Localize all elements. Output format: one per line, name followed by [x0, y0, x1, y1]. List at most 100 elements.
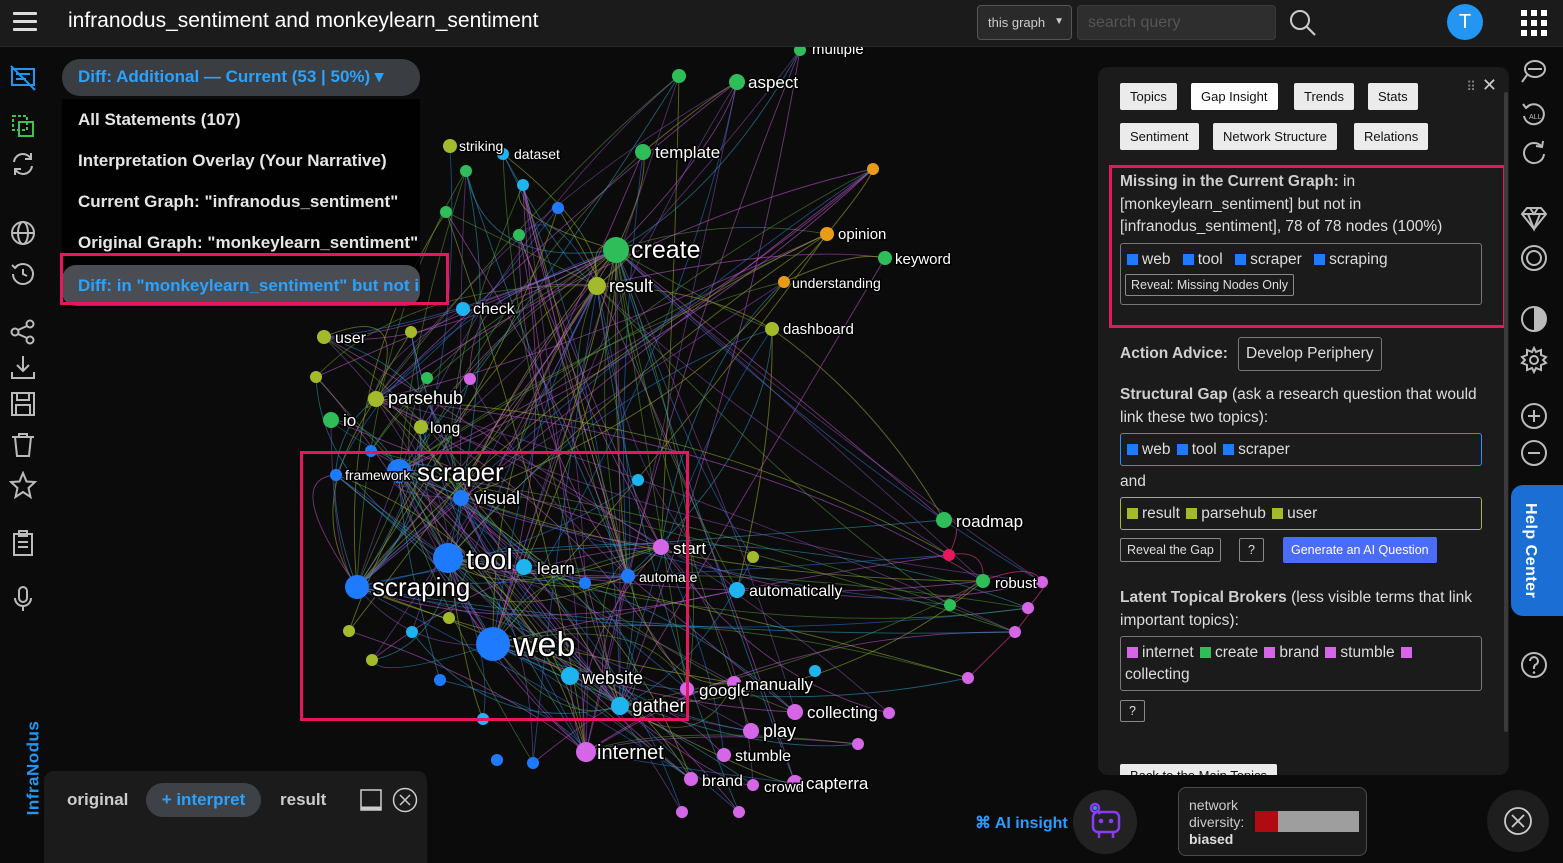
brokers-box[interactable]: internet create brand stumble collecting: [1120, 636, 1482, 691]
hide-text-icon[interactable]: [9, 64, 37, 92]
close-circle-icon[interactable]: [392, 787, 418, 813]
menu-item-interpretation-overlay[interactable]: Interpretation Overlay (Your Narrative): [62, 140, 420, 181]
menu-item-original-graph[interactable]: Original Graph: "monkeylearn_sentiment": [62, 222, 420, 263]
reveal-missing-button[interactable]: Reveal: Missing Nodes Only: [1125, 274, 1295, 296]
network-diversity-box[interactable]: network diversity: biased: [1178, 787, 1367, 856]
tab-stats[interactable]: Stats: [1368, 83, 1418, 110]
graph-node[interactable]: [443, 139, 457, 153]
globe-icon[interactable]: [9, 219, 37, 247]
graph-node[interactable]: [406, 626, 418, 638]
graph-node[interactable]: [527, 757, 539, 769]
graph-node[interactable]: [317, 330, 331, 344]
focus-lens-icon[interactable]: [1520, 58, 1548, 86]
graph-node[interactable]: [561, 667, 579, 685]
close-icon[interactable]: ✕: [1482, 75, 1497, 95]
graph-node[interactable]: [1036, 576, 1048, 588]
graph-node[interactable]: [405, 326, 417, 338]
select-area-icon[interactable]: [9, 112, 37, 140]
diff-dropdown[interactable]: Diff: Additional — Current (53 | 50%) ▾: [62, 59, 420, 96]
tab-result[interactable]: result: [280, 790, 326, 810]
ai-insight-button[interactable]: ⌘ AI insight: [975, 813, 1068, 833]
graph-node[interactable]: [516, 559, 532, 575]
graph-node[interactable]: [330, 469, 342, 481]
graph-node[interactable]: [552, 202, 564, 214]
graph-node[interactable]: [883, 707, 895, 719]
graph-node[interactable]: [743, 723, 759, 739]
missing-term[interactable]: scraping: [1329, 251, 1388, 268]
graph-node[interactable]: [453, 490, 469, 506]
graph-node[interactable]: [611, 697, 629, 715]
graph-node[interactable]: [621, 569, 635, 583]
gap-topic-2[interactable]: result parsehub user: [1120, 497, 1482, 530]
graph-node[interactable]: [632, 474, 644, 486]
graph-node[interactable]: [365, 445, 377, 457]
graph-node[interactable]: [603, 237, 629, 263]
reset-all-icon[interactable]: ALL: [1520, 100, 1548, 128]
help-center-tab[interactable]: Help Center: [1511, 485, 1563, 616]
graph-node[interactable]: [434, 674, 446, 686]
graph-node[interactable]: [943, 549, 955, 561]
missing-term[interactable]: tool: [1198, 251, 1223, 268]
avatar[interactable]: T: [1447, 4, 1483, 40]
graph-node[interactable]: [729, 582, 745, 598]
graph-node[interactable]: [343, 625, 355, 637]
target-circle-icon[interactable]: [1520, 244, 1548, 272]
graph-node[interactable]: [345, 575, 369, 599]
trash-icon[interactable]: [9, 431, 37, 459]
graph-node[interactable]: [852, 738, 864, 750]
graph-node[interactable]: [878, 251, 892, 265]
brand-logo[interactable]: InfraNodus: [23, 721, 43, 816]
help-question-icon[interactable]: [1520, 651, 1548, 679]
generate-ai-question-button[interactable]: Generate an AI Question: [1283, 537, 1437, 563]
tab-gap-insight[interactable]: Gap Insight: [1191, 83, 1278, 110]
diamond-icon[interactable]: [1520, 204, 1548, 232]
tab-original[interactable]: original: [67, 790, 128, 810]
gap-topic-1[interactable]: web tool scraper: [1120, 433, 1482, 466]
graph-node[interactable]: [765, 322, 779, 336]
tab-relations[interactable]: Relations: [1354, 123, 1429, 150]
graph-node[interactable]: [936, 512, 952, 528]
graph-node[interactable]: [1009, 626, 1021, 638]
graph-node[interactable]: [684, 772, 698, 786]
graph-node[interactable]: [579, 577, 591, 589]
ai-bot-icon[interactable]: [1073, 790, 1137, 854]
microphone-icon[interactable]: [9, 585, 37, 613]
graph-node[interactable]: [460, 165, 472, 177]
graph-node[interactable]: [491, 754, 503, 766]
graph-node[interactable]: [778, 276, 790, 288]
search-icon[interactable]: [1288, 8, 1318, 38]
close-overlay-button[interactable]: [1487, 790, 1549, 852]
graph-node[interactable]: [747, 779, 759, 791]
download-icon[interactable]: [9, 353, 37, 381]
menu-icon[interactable]: [13, 12, 37, 34]
graph-node[interactable]: [729, 74, 745, 90]
menu-item-current-graph[interactable]: Current Graph: "infranodus_sentiment": [62, 181, 420, 222]
apps-grid-icon[interactable]: [1521, 10, 1547, 36]
save-icon[interactable]: [9, 390, 37, 418]
graph-node[interactable]: [962, 672, 974, 684]
tab-sentiment[interactable]: Sentiment: [1120, 123, 1199, 150]
tab-interpret[interactable]: + interpret: [146, 783, 261, 817]
graph-node[interactable]: [464, 373, 476, 385]
tab-topics[interactable]: Topics: [1120, 83, 1177, 110]
graph-node[interactable]: [820, 227, 834, 241]
graph-node[interactable]: [513, 229, 525, 241]
graph-node[interactable]: [1022, 602, 1034, 614]
graph-node[interactable]: [421, 372, 433, 384]
reveal-gap-button[interactable]: Reveal the Gap: [1120, 538, 1221, 562]
graph-node[interactable]: [323, 412, 339, 428]
graph-node[interactable]: [477, 713, 489, 725]
graph-node[interactable]: [672, 69, 686, 83]
gap-help-button[interactable]: ?: [1239, 538, 1264, 562]
rotate-icon[interactable]: [1520, 138, 1548, 166]
graph-node[interactable]: [476, 627, 510, 661]
back-to-main-topics-button[interactable]: Back to the Main Topics: [1120, 764, 1278, 775]
graph-node[interactable]: [433, 543, 463, 573]
graph-node[interactable]: [456, 302, 470, 316]
graph-node[interactable]: [653, 539, 669, 555]
refresh-icon[interactable]: [9, 150, 37, 178]
graph-node[interactable]: [366, 654, 378, 666]
expand-icon[interactable]: [359, 788, 383, 812]
share-icon[interactable]: [9, 318, 37, 346]
graph-node[interactable]: [635, 144, 651, 160]
